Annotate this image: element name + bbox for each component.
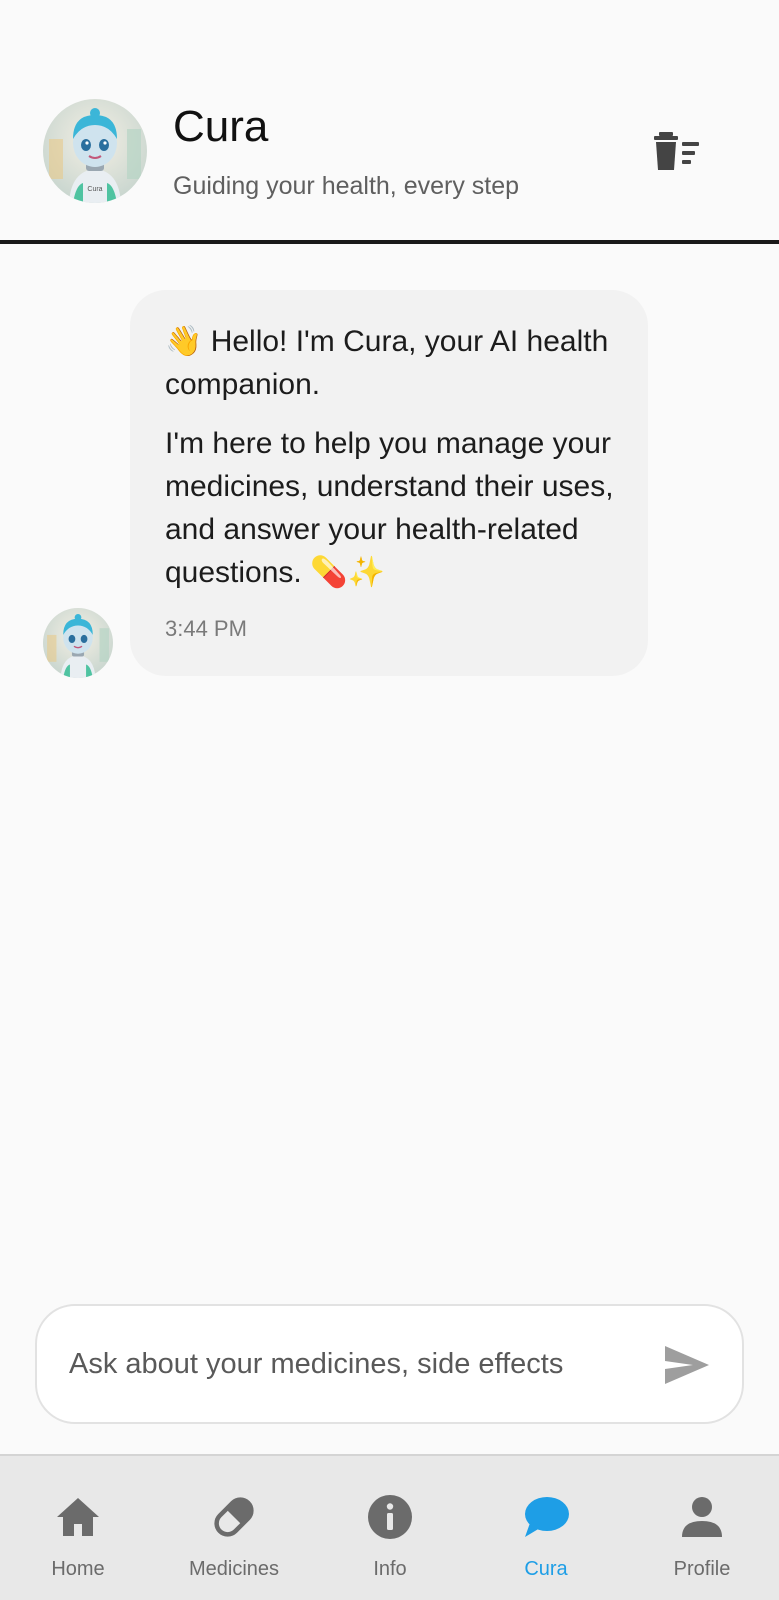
- nav-item-medicines[interactable]: Medicines: [156, 1456, 312, 1600]
- send-button[interactable]: [657, 1338, 717, 1392]
- info-icon: [365, 1492, 415, 1542]
- page-subtitle: Guiding your health, every step: [173, 172, 520, 200]
- clear-chat-button[interactable]: [650, 124, 704, 178]
- message-text: 👋 Hello! I'm Cura, your AI health compan…: [165, 325, 609, 401]
- nav-label: Cura: [524, 1558, 568, 1580]
- message-bubble: 👋 Hello! I'm Cura, your AI health compan…: [130, 290, 648, 676]
- message-text: I'm here to help you manage your medicin…: [165, 427, 614, 589]
- nav-label: Medicines: [188, 1558, 280, 1580]
- bottom-navigation: Home Medicines Info Cura Profile: [0, 1454, 779, 1600]
- chat-input-bar: [0, 1276, 779, 1454]
- delete-sweep-icon: [654, 132, 699, 170]
- app-header: Cura Cura Guiding your health, every ste…: [0, 0, 779, 244]
- chat-input-container: [35, 1304, 744, 1424]
- nav-item-profile[interactable]: Profile: [624, 1456, 779, 1600]
- nav-label: Info: [373, 1558, 407, 1580]
- page-title: Cura: [173, 102, 269, 151]
- pill-icon: [209, 1492, 259, 1542]
- message-avatar: [43, 608, 113, 678]
- nav-label: Home: [51, 1558, 105, 1580]
- nav-item-info[interactable]: Info: [312, 1456, 468, 1600]
- nav-label: Profile: [673, 1558, 731, 1580]
- message-timestamp: 3:44 PM: [165, 616, 247, 641]
- home-icon: [53, 1492, 103, 1542]
- svg-text:Cura: Cura: [87, 186, 102, 193]
- chat-icon: [521, 1492, 571, 1542]
- chat-input[interactable]: [69, 1342, 655, 1386]
- person-icon: [677, 1492, 727, 1542]
- send-icon: [665, 1346, 709, 1384]
- cura-avatar: Cura: [43, 99, 147, 203]
- nav-item-cura[interactable]: Cura: [468, 1456, 624, 1600]
- nav-item-home[interactable]: Home: [0, 1456, 156, 1600]
- chat-area: 👋 Hello! I'm Cura, your AI health compan…: [0, 244, 779, 1276]
